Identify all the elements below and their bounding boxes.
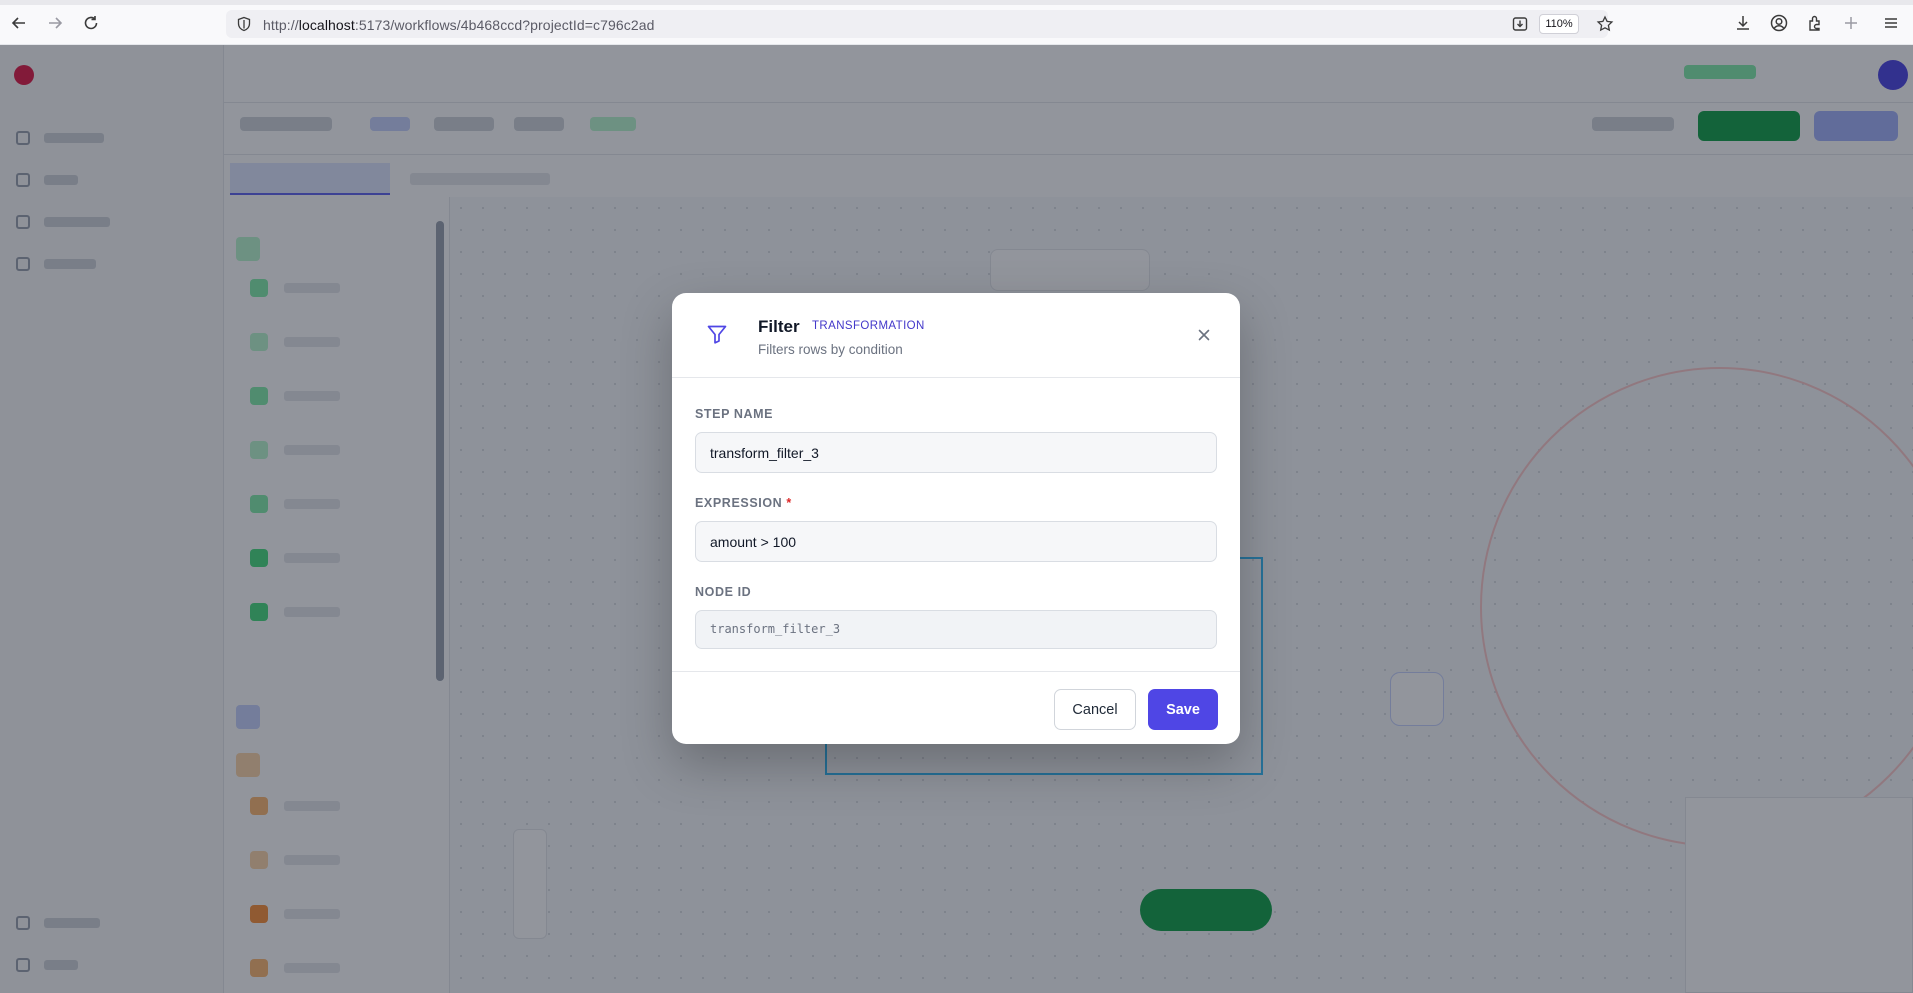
node-id-field: transform_filter_3 bbox=[695, 610, 1217, 649]
cancel-button[interactable]: Cancel bbox=[1054, 689, 1136, 730]
save-to-device-icon[interactable] bbox=[1511, 15, 1529, 33]
new-tab-plus-icon[interactable] bbox=[1841, 13, 1861, 33]
node-config-dialog: Filter TRANSFORMATION Filters rows by co… bbox=[672, 293, 1240, 744]
downloads-icon[interactable] bbox=[1733, 13, 1753, 33]
forward-icon[interactable] bbox=[46, 14, 64, 32]
dialog-footer: Cancel Save bbox=[672, 671, 1240, 744]
step-name-input[interactable] bbox=[695, 432, 1217, 473]
required-marker: * bbox=[786, 496, 792, 510]
expression-label-text: EXPRESSION bbox=[695, 496, 783, 510]
zoom-level-badge[interactable]: 110% bbox=[1539, 14, 1579, 34]
expression-label: EXPRESSION * bbox=[695, 496, 792, 510]
back-icon[interactable] bbox=[10, 14, 28, 32]
site-security-icon[interactable] bbox=[236, 16, 252, 32]
bookmark-star-icon[interactable] bbox=[1596, 15, 1614, 33]
dialog-title: Filter bbox=[758, 317, 800, 336]
dialog-header: Filter TRANSFORMATION Filters rows by co… bbox=[672, 293, 1240, 378]
url-text[interactable]: http://localhost:5173/workflows/4b468ccd… bbox=[263, 17, 655, 33]
browser-toolbar: http://localhost:5173/workflows/4b468ccd… bbox=[0, 0, 1913, 45]
browser-tab-strip bbox=[0, 0, 1913, 5]
filter-icon bbox=[706, 323, 728, 345]
menu-icon[interactable] bbox=[1881, 13, 1901, 33]
close-icon[interactable] bbox=[1195, 326, 1213, 344]
save-button[interactable]: Save bbox=[1148, 689, 1218, 730]
dialog-subtitle: Filters rows by condition bbox=[758, 342, 903, 357]
expression-input[interactable] bbox=[695, 521, 1217, 562]
reload-icon[interactable] bbox=[82, 14, 100, 32]
node-id-label: NODE ID bbox=[695, 585, 752, 599]
node-category-badge: TRANSFORMATION bbox=[812, 320, 925, 332]
account-icon[interactable] bbox=[1769, 13, 1789, 33]
step-name-label: STEP NAME bbox=[695, 407, 774, 421]
address-bar[interactable]: http://localhost:5173/workflows/4b468ccd… bbox=[226, 10, 1614, 38]
extensions-icon[interactable] bbox=[1805, 13, 1825, 33]
